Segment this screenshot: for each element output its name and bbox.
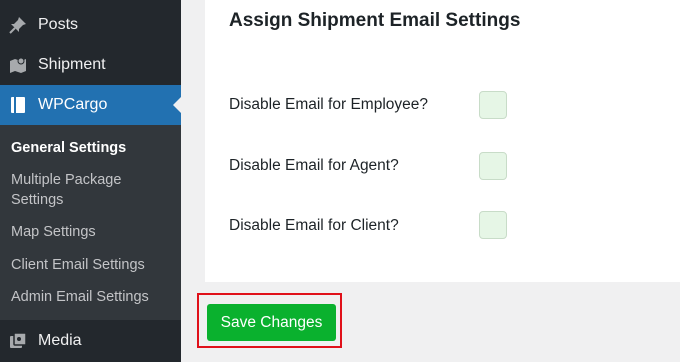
submenu-item-map-settings[interactable]: Map Settings <box>11 222 176 242</box>
menu-item-posts[interactable]: Posts <box>0 6 181 44</box>
disable-email-client-label: Disable Email for Client? <box>229 217 399 234</box>
menu-item-shipment-label: Shipment <box>38 56 106 73</box>
submenu-item-client-email-settings[interactable]: Client Email Settings <box>11 255 176 275</box>
submenu-item-multiple-package-settings[interactable]: Multiple Package Settings <box>11 170 176 210</box>
disable-email-employee-checkbox[interactable] <box>479 91 507 119</box>
wpcargo-submenu: General Settings Multiple Package Settin… <box>0 125 181 320</box>
menu-item-media-label: Media <box>38 332 82 349</box>
disable-email-employee-label: Disable Email for Employee? <box>229 96 429 113</box>
settings-panel: Assign Shipment Email Settings Disable E… <box>205 0 680 282</box>
map-icon <box>10 57 26 73</box>
menu-item-media[interactable]: Media <box>0 322 181 360</box>
disable-email-agent-checkbox[interactable] <box>479 152 507 180</box>
page-title: Assign Shipment Email Settings <box>229 10 521 31</box>
admin-sidebar: Posts Shipment WPCargo General Settings … <box>0 0 181 362</box>
menu-item-posts-label: Posts <box>38 16 79 33</box>
disable-email-agent-label: Disable Email for Agent? <box>229 157 399 174</box>
menu-item-wpcargo[interactable]: WPCargo <box>0 85 181 125</box>
menu-item-shipment[interactable]: Shipment <box>0 46 181 84</box>
save-changes-button[interactable]: Save Changes <box>207 304 336 341</box>
menu-item-wpcargo-label: WPCargo <box>38 96 108 113</box>
book-icon <box>11 97 25 113</box>
submenu-item-admin-email-settings[interactable]: Admin Email Settings <box>11 287 176 307</box>
disable-email-client-checkbox[interactable] <box>479 211 507 239</box>
media-icon <box>10 332 27 348</box>
submenu-item-general-settings[interactable]: General Settings <box>11 138 176 158</box>
pushpin-icon <box>9 17 26 34</box>
